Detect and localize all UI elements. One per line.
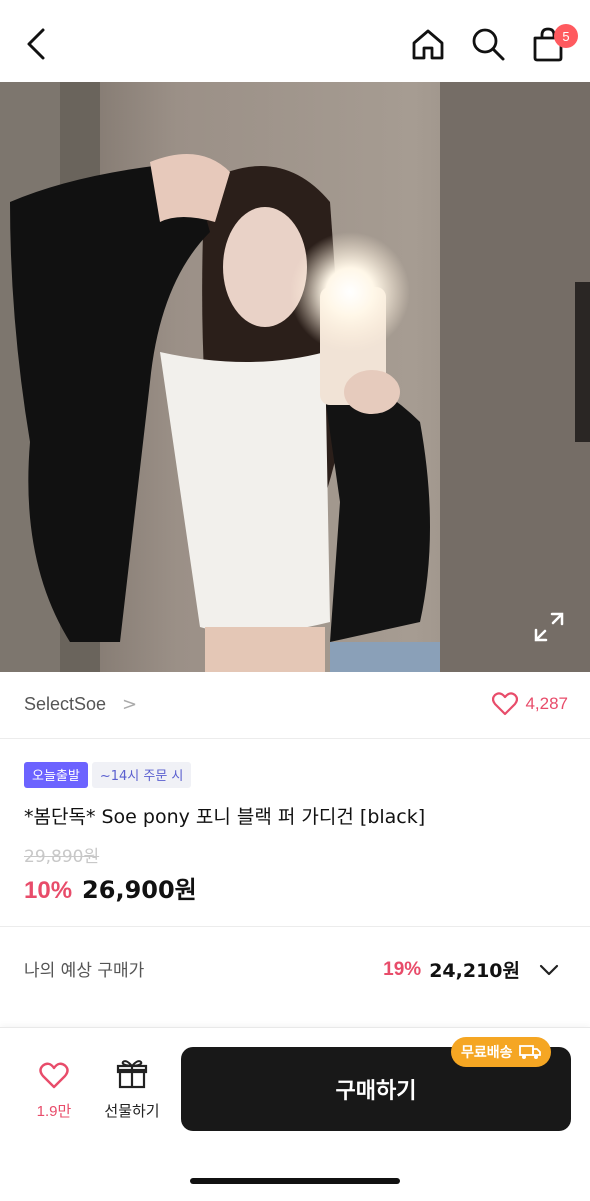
brand-name[interactable]: SelectSoe (24, 694, 106, 715)
heart-icon (39, 1062, 69, 1089)
order-cutoff-badge: ~14시 주문 시 (91, 762, 192, 788)
sale-price: 26,900원 (82, 876, 197, 904)
expected-price-label: 나의 예상 구매가 (24, 961, 145, 981)
top-navigation-bar: 5 (0, 0, 590, 82)
truck-icon (518, 1045, 541, 1059)
delivery-badges: 오늘출발 ~14시 주문 시 (24, 762, 192, 788)
home-indicator (190, 1178, 400, 1184)
product-image[interactable] (0, 82, 590, 672)
chevron-left-icon (27, 28, 45, 60)
sale-price-row: 10% 26,900원 (24, 870, 197, 905)
discount-rate: 10% (24, 877, 73, 904)
gift-label: 선물하기 (104, 1102, 160, 1120)
expected-price: 24,210원 (429, 960, 520, 982)
original-price: 29,890원 (24, 847, 100, 867)
free-shipping-badge: 무료배송 (451, 1037, 551, 1067)
heart-icon[interactable] (492, 692, 518, 716)
brand-row[interactable]: SelectSoe > 4,287 (0, 672, 590, 739)
brand-chevron: > (122, 694, 138, 715)
gift-icon (116, 1060, 148, 1089)
gift-button[interactable]: 선물하기 (98, 1058, 166, 1121)
search-icon (472, 28, 505, 61)
expected-price-toggle[interactable]: 19% 24,210원 (383, 956, 560, 983)
wish-count: 1.9만 (36, 1103, 72, 1120)
expected-discount: 19% (383, 958, 422, 980)
chevron-down-icon (539, 964, 559, 975)
back-button[interactable] (14, 22, 58, 66)
search-button[interactable] (466, 22, 510, 66)
cart-count-badge: 5 (554, 24, 578, 48)
home-icon (412, 29, 444, 60)
home-button[interactable] (406, 22, 450, 66)
product-photo-illustration (0, 82, 590, 672)
wishlist-button[interactable]: 1.9만 (24, 1062, 84, 1121)
divider (0, 926, 590, 927)
free-shipping-label: 무료배송 (461, 1045, 513, 1061)
product-title: *봄단독* Soe pony 포니 블랙 퍼 가디건 [black] (24, 806, 426, 828)
like-count: 4,287 (525, 694, 568, 713)
expand-icon[interactable] (532, 610, 566, 644)
buy-button-label: 구매하기 (335, 1079, 417, 1104)
today-departure-badge: 오늘출발 (24, 762, 88, 788)
